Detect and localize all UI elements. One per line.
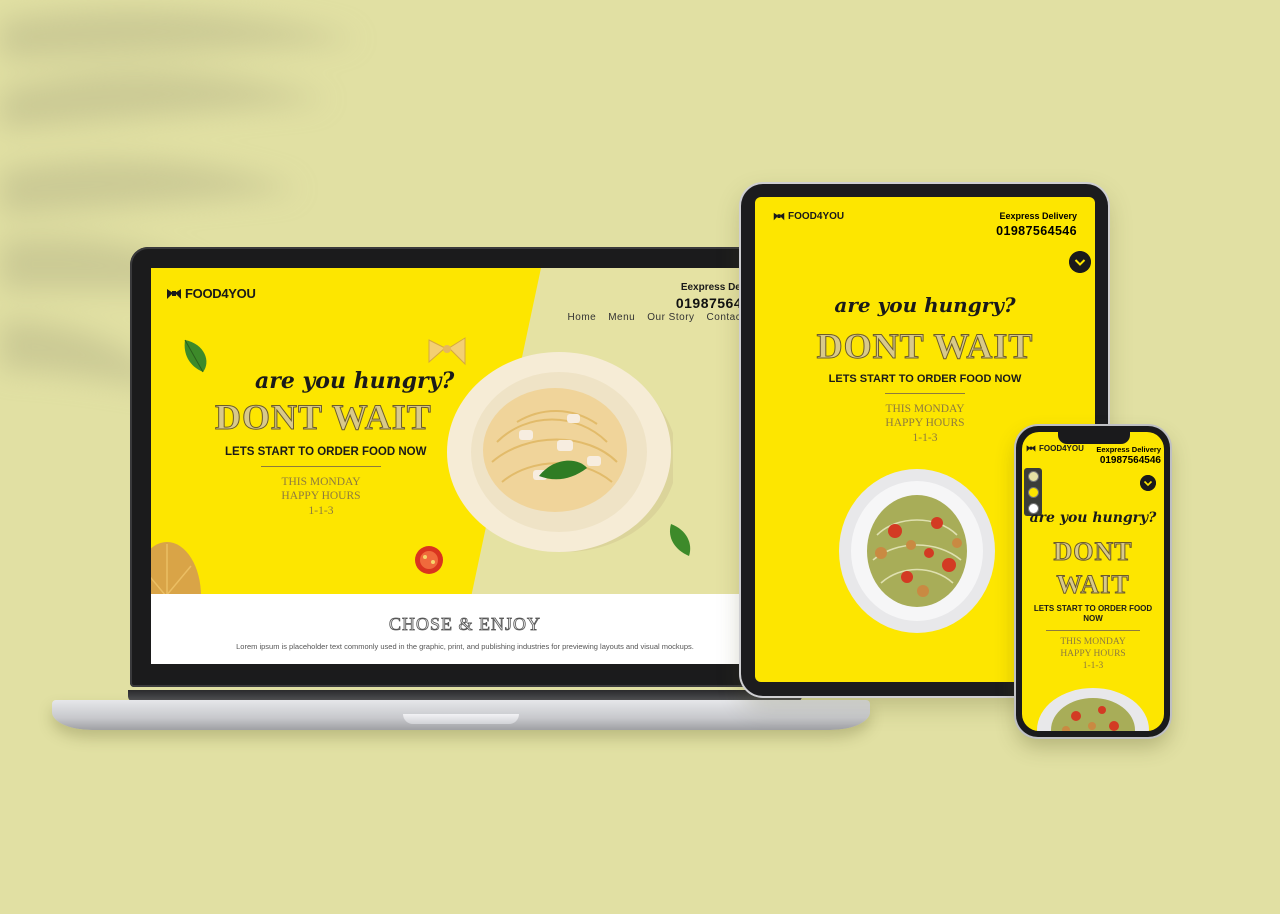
delivery-phone[interactable]: 01987564546: [996, 224, 1077, 238]
logo-mark-icon: [1026, 445, 1036, 452]
hero-subheadline: LETS START TO ORDER FOOD NOW: [1033, 604, 1153, 624]
salad-plate-image: [839, 469, 995, 633]
hero-tagline: are you hungry?: [1029, 510, 1157, 526]
hero-tagline: are you hungry?: [834, 293, 1016, 317]
tomato-slice-image: [415, 546, 443, 574]
hero-divider: [261, 466, 381, 467]
brand-name: FOOD4YOU: [1039, 444, 1084, 453]
delivery-info: Eexpress Delivery 01987564546: [996, 211, 1077, 238]
nav-item-home[interactable]: Home: [568, 312, 597, 323]
promo-line-1: THIS MONDAY: [1060, 637, 1126, 647]
logo-mark-icon: [773, 212, 785, 221]
delivery-label: Eexpress Delivery: [999, 211, 1077, 221]
pasta-plate-image: [447, 352, 673, 552]
promo-line-3: 1-1-3: [1082, 660, 1104, 671]
chevron-down-icon[interactable]: [1069, 251, 1091, 273]
delivery-info: Eexpress Delivery 01987564546: [1096, 445, 1161, 466]
hero-headline: DONT WAIT: [215, 397, 432, 438]
theme-swatch-icon[interactable]: [1027, 486, 1039, 498]
promo-line-2: HAPPY HOURS: [1060, 648, 1126, 659]
site-logo[interactable]: FOOD4YOU: [773, 211, 844, 222]
hero-subheadline: LETS START TO ORDER FOOD NOW: [828, 373, 1022, 385]
phone-notch: [1058, 431, 1130, 444]
brand-name: FOOD4YOU: [185, 286, 256, 301]
delivery-label: Eexpress Delivery: [1096, 445, 1161, 454]
logo-mark-icon: [167, 288, 181, 299]
hero-headline: DONT WAIT: [1022, 536, 1164, 601]
hero-divider: [885, 393, 965, 394]
hero-promo: THIS MONDAY HAPPY HOURS 1-1-3: [261, 475, 381, 518]
theme-swatch-icon[interactable]: [1027, 470, 1039, 482]
basil-leaf-image: [184, 339, 207, 373]
nav-item-our-story[interactable]: Our Story: [647, 312, 694, 323]
hero-headline: DONT WAIT: [816, 326, 1034, 367]
theme-switcher: [1024, 468, 1042, 516]
headline-line-2: WAIT: [1056, 569, 1130, 599]
site-logo[interactable]: FOOD4YOU: [1026, 444, 1084, 453]
hero-subheadline: LETS START TO ORDER FOOD NOW: [225, 446, 427, 458]
hero-divider: [1046, 630, 1140, 631]
section-title: CHOSE & ENJOY: [388, 614, 541, 635]
desktop-site-preview: FOOD4YOU Eexpress Delivery 01987564546 H…: [151, 268, 779, 664]
headline-line-1: DONT: [1053, 537, 1133, 567]
site-logo[interactable]: FOOD4YOU: [166, 286, 256, 301]
main-nav: Home Menu Our Story Contact Us: [568, 312, 761, 323]
hero-tagline: are you hungry?: [255, 368, 455, 394]
nav-item-menu[interactable]: Menu: [608, 312, 635, 323]
delivery-phone[interactable]: 01987564546: [1096, 455, 1161, 466]
chevron-down-icon[interactable]: [1140, 475, 1156, 491]
promo-line-1: THIS MONDAY: [885, 403, 965, 415]
laptop-trackpad-notch: [403, 714, 519, 724]
section-description: Lorem ipsum is placeholder text commonly…: [236, 642, 694, 651]
promo-line-2: HAPPY HOURS: [281, 490, 361, 503]
mobile-site-preview: FOOD4YOU Eexpress Delivery 01987564546 a…: [1022, 432, 1164, 731]
salad-plate-image: [1037, 688, 1149, 731]
promo-line-1: THIS MONDAY: [281, 476, 361, 488]
promo-line-3: 1-1-3: [308, 504, 334, 517]
hero-promo: THIS MONDAY HAPPY HOURS 1-1-3: [1022, 637, 1164, 673]
brand-name: FOOD4YOU: [788, 211, 845, 222]
